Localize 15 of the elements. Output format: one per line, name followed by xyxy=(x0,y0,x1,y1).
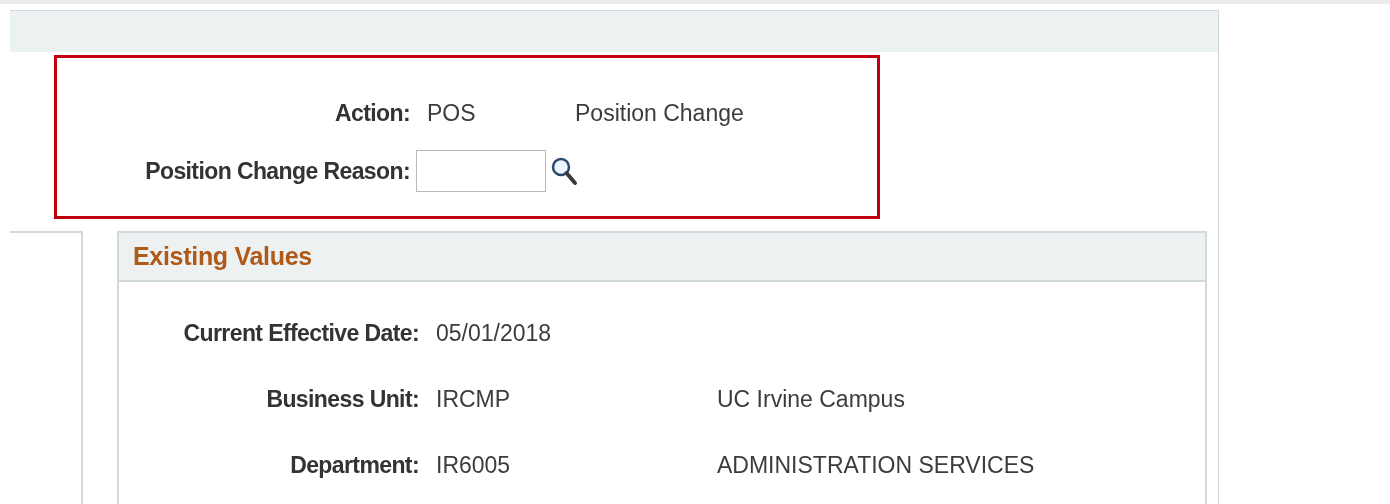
field-description: UC Irvine Campus xyxy=(717,385,905,413)
search-icon[interactable] xyxy=(550,156,578,186)
field-label: Current Effective Date: xyxy=(182,319,419,347)
field-label: Position Change Reason: xyxy=(144,157,410,185)
field-value: POS xyxy=(427,99,477,127)
section-title: Existing Values xyxy=(133,242,312,271)
field-label: Business Unit: xyxy=(265,385,419,413)
field-label: Department: xyxy=(289,451,419,479)
field-label: Action: xyxy=(334,99,410,127)
field-value: 05/01/2018 xyxy=(436,319,553,347)
field-value: IRCMP xyxy=(436,385,512,413)
field-value: IR6005 xyxy=(436,451,512,479)
field-description: Position Change xyxy=(575,99,744,127)
field-description: ADMINISTRATION SERVICES xyxy=(717,451,1035,479)
input-field[interactable] xyxy=(416,150,546,192)
